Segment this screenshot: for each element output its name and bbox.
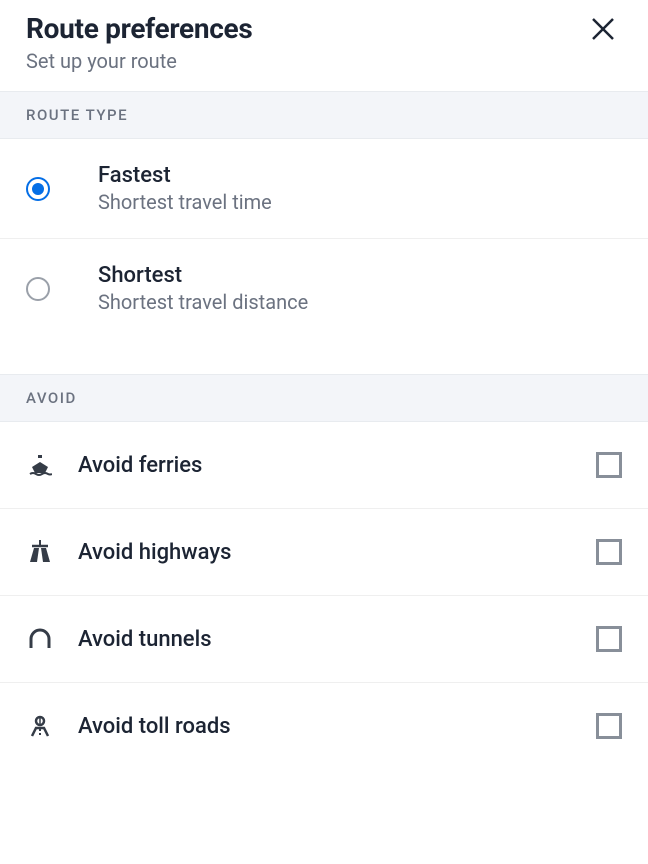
avoid-toll-roads-row[interactable]: Avoid toll roads xyxy=(0,683,648,769)
close-icon xyxy=(590,16,616,42)
highway-icon xyxy=(26,540,54,564)
option-text: Shortest Shortest travel distance xyxy=(98,263,308,314)
option-desc: Shortest travel distance xyxy=(98,290,308,314)
avoid-highways-row[interactable]: Avoid highways xyxy=(0,509,648,596)
section-gap xyxy=(0,338,648,374)
radio-dot-icon xyxy=(32,183,44,195)
route-option-shortest[interactable]: Shortest Shortest travel distance xyxy=(0,239,648,338)
ferry-icon xyxy=(26,453,54,477)
checkbox-tunnels[interactable] xyxy=(596,626,622,652)
checkbox-highways[interactable] xyxy=(596,539,622,565)
option-title: Fastest xyxy=(98,163,272,188)
toll-icon xyxy=(26,714,54,738)
avoid-tunnels-row[interactable]: Avoid tunnels xyxy=(0,596,648,683)
checkbox-toll-roads[interactable] xyxy=(596,713,622,739)
section-header-route-type: ROUTE TYPE xyxy=(0,91,648,139)
close-button[interactable] xyxy=(590,12,622,42)
avoid-tunnels-label: Avoid tunnels xyxy=(78,627,596,652)
avoid-ferries-row[interactable]: Avoid ferries xyxy=(0,422,648,509)
option-desc: Shortest travel time xyxy=(98,190,272,214)
header: Route preferences Set up your route xyxy=(0,0,648,91)
checkbox-ferries[interactable] xyxy=(596,452,622,478)
avoid-highways-label: Avoid highways xyxy=(78,540,596,565)
option-title: Shortest xyxy=(98,263,308,288)
tunnel-icon xyxy=(26,627,54,651)
header-text: Route preferences Set up your route xyxy=(26,12,252,73)
avoid-ferries-label: Avoid ferries xyxy=(78,453,596,478)
page-title: Route preferences xyxy=(26,12,252,45)
route-option-fastest[interactable]: Fastest Shortest travel time xyxy=(0,139,648,239)
section-header-avoid: AVOID xyxy=(0,374,648,422)
avoid-toll-roads-label: Avoid toll roads xyxy=(78,714,596,739)
option-text: Fastest Shortest travel time xyxy=(98,163,272,214)
radio-shortest[interactable] xyxy=(26,277,50,301)
page-subtitle: Set up your route xyxy=(26,49,252,73)
radio-fastest[interactable] xyxy=(26,177,50,201)
